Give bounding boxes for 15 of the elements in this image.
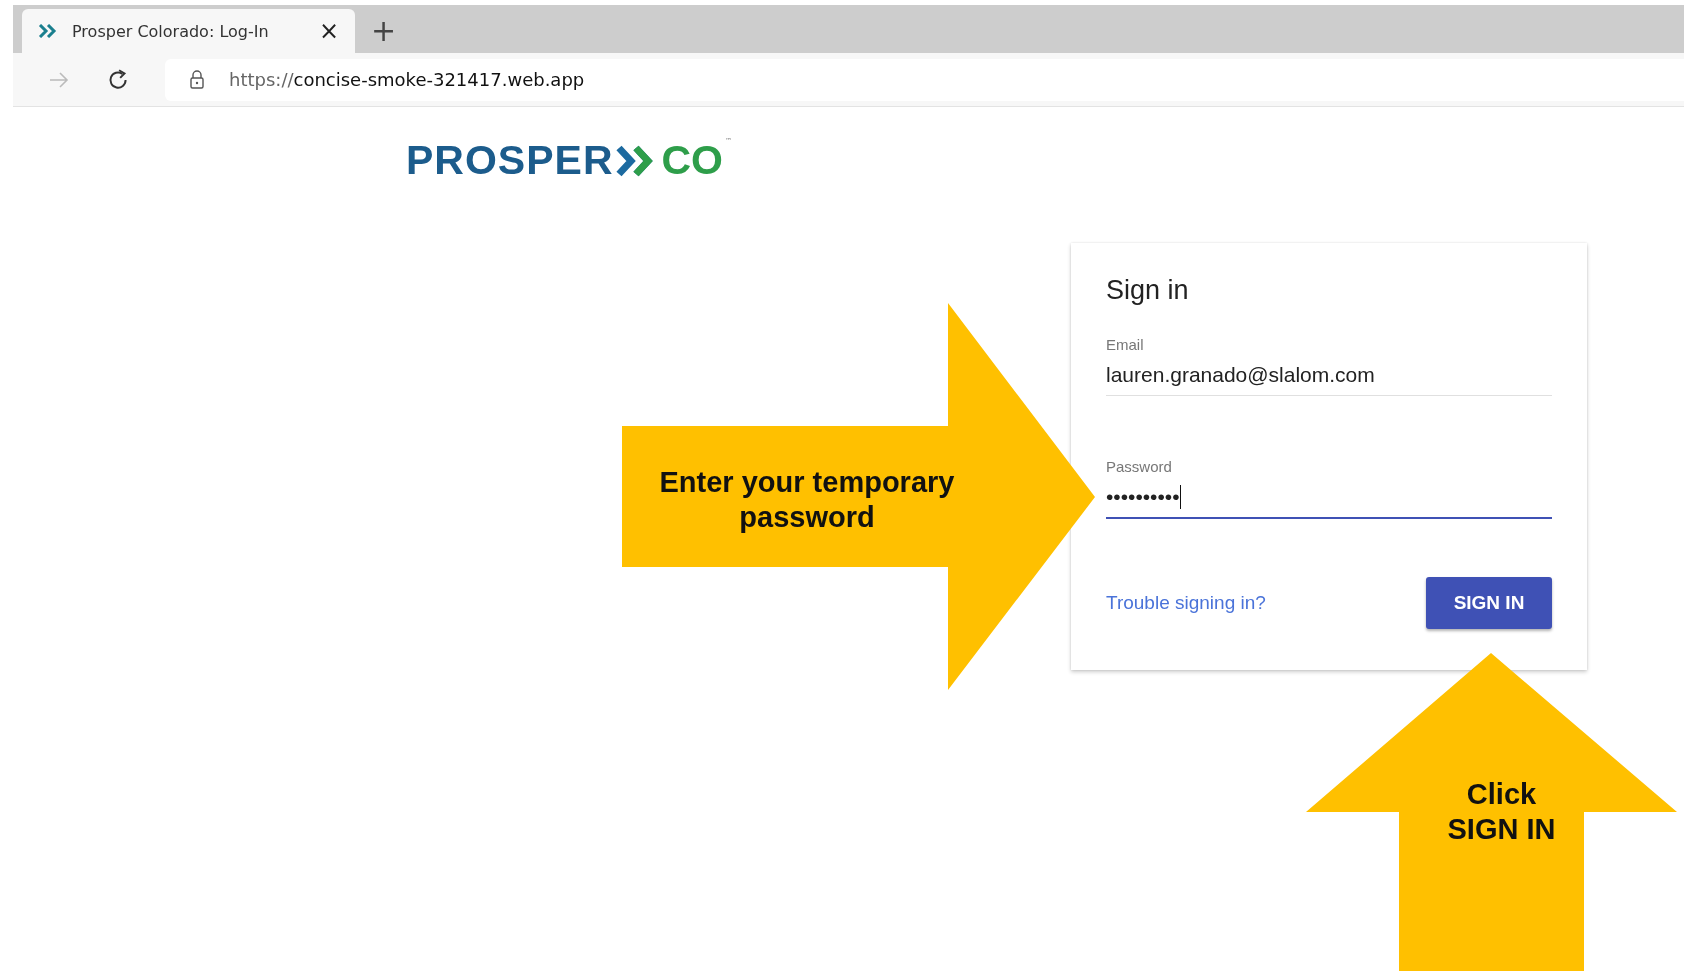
input-field[interactable]: Email lauren.granado@slalom.com [1106, 336, 1552, 396]
url-text: https://concise-smoke-321417.web.app [229, 69, 585, 90]
close-tab-button[interactable]: × [314, 17, 343, 45]
chevrons-icon [38, 24, 58, 38]
address-bar[interactable]: https://concise-smoke-321417.web.app [165, 58, 1684, 101]
tab-title: Prosper Colorado: Log-In [72, 21, 270, 41]
card-title: Sign in [1106, 275, 1190, 306]
callout-text: Enter your temporary password [658, 465, 956, 535]
trouble-link[interactable]: Trouble signing in? [1106, 592, 1266, 614]
callout-text: Click SIGN IN [1446, 777, 1557, 847]
new-tab-button[interactable]: + [365, 12, 403, 49]
input-field[interactable]: Password •••••••••• [1106, 458, 1552, 519]
browser-tab[interactable]: Prosper Colorado: Log-In × [22, 9, 355, 53]
sign-in-button[interactable]: SIGN IN [1426, 577, 1552, 629]
lock-icon [189, 69, 205, 90]
